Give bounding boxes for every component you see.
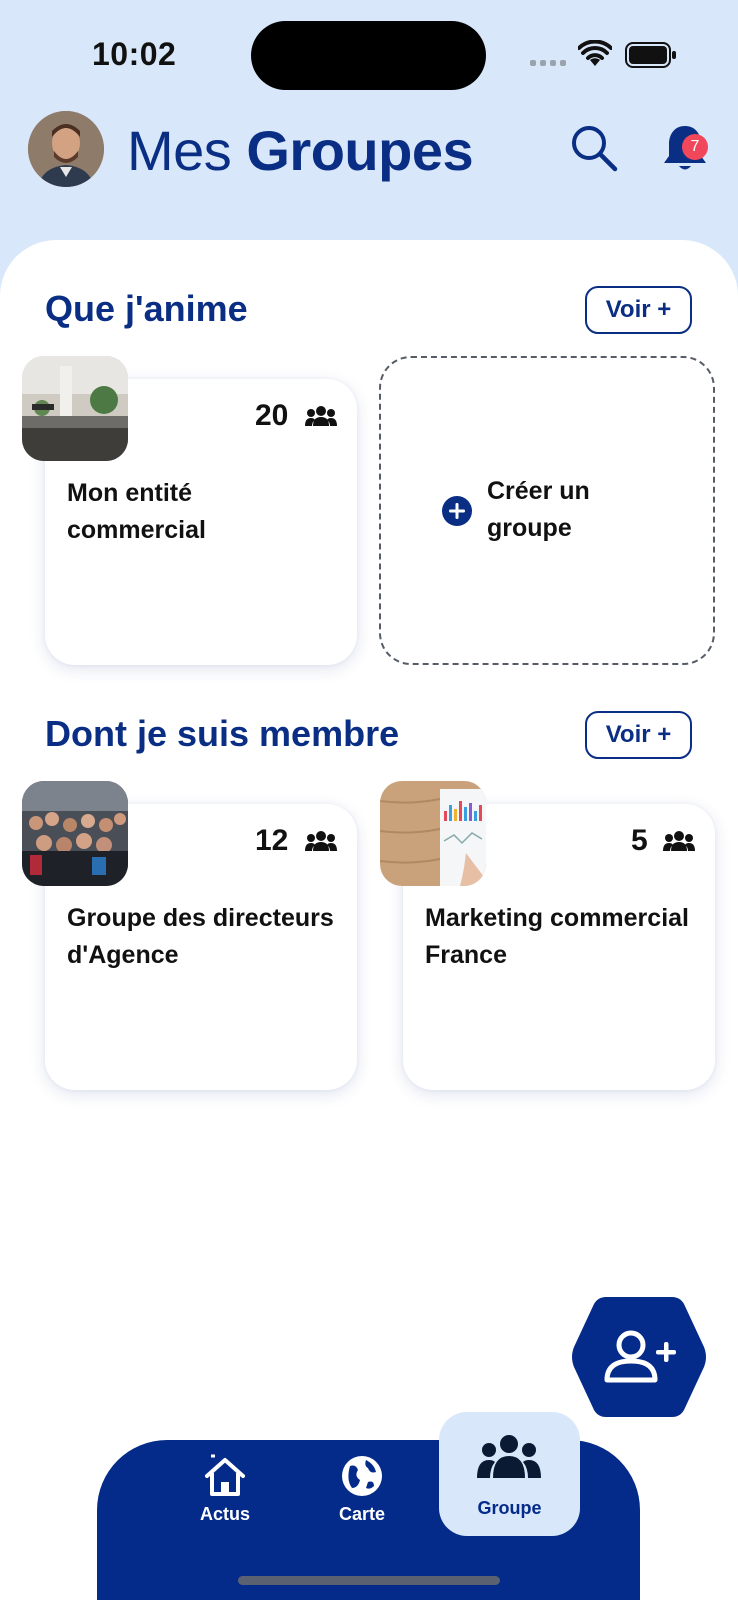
group-name: Mon entité commercial — [67, 479, 206, 544]
notification-badge: 7 — [682, 134, 708, 160]
section-title-animated: Que j'anime — [45, 288, 248, 329]
home-indicator — [238, 1576, 500, 1585]
page-title-bold: Groupes — [246, 119, 474, 182]
status-time: 10:02 — [92, 36, 177, 72]
avatar[interactable] — [28, 111, 104, 187]
battery-icon — [625, 42, 676, 68]
search-icon[interactable] — [568, 122, 620, 174]
members-icon — [305, 406, 337, 426]
home-icon — [205, 1454, 245, 1496]
group-thumbnail — [22, 356, 128, 461]
group-name: Marketing commercial France — [425, 904, 689, 969]
section-title-member: Dont je suis membre — [45, 713, 400, 754]
see-more-animated-button[interactable]: Voir + — [585, 286, 692, 334]
app-header: Mes Groupes — [0, 108, 738, 208]
member-count: 5 — [631, 824, 648, 857]
dynamic-island — [251, 21, 486, 90]
nav-item-carte[interactable]: Carte — [334, 1454, 390, 1525]
cellular-signal-icon — [530, 60, 566, 66]
nav-label-carte: Carte — [338, 1504, 386, 1524]
see-more-member-button[interactable]: Voir + — [585, 711, 692, 759]
nav-item-groupe[interactable]: Groupe — [439, 1412, 580, 1536]
member-count: 12 — [255, 824, 289, 857]
add-user-button[interactable] — [570, 1295, 708, 1419]
create-group-card[interactable]: Créer un groupe — [379, 356, 715, 665]
status-bar: 10:02 — [0, 0, 738, 110]
globe-icon — [342, 1456, 382, 1496]
member-count: 20 — [255, 399, 289, 432]
members-icon — [305, 831, 337, 851]
create-group-label: Créer un groupe — [487, 477, 590, 542]
group-name: Groupe des directeurs d'Agence — [67, 904, 334, 969]
group-icon — [477, 1435, 541, 1478]
wifi-icon — [578, 40, 612, 66]
group-thumbnail — [22, 781, 128, 886]
group-thumbnail — [380, 781, 486, 886]
nav-label-actus: Actus — [199, 1504, 250, 1524]
members-icon — [663, 831, 695, 851]
page-title: Mes Groupes — [127, 118, 474, 183]
page-title-light: Mes — [127, 119, 232, 182]
nav-label-groupe: Groupe — [477, 1498, 542, 1518]
nav-item-actus[interactable]: Actus — [195, 1454, 255, 1525]
plus-circle-icon — [442, 496, 472, 526]
